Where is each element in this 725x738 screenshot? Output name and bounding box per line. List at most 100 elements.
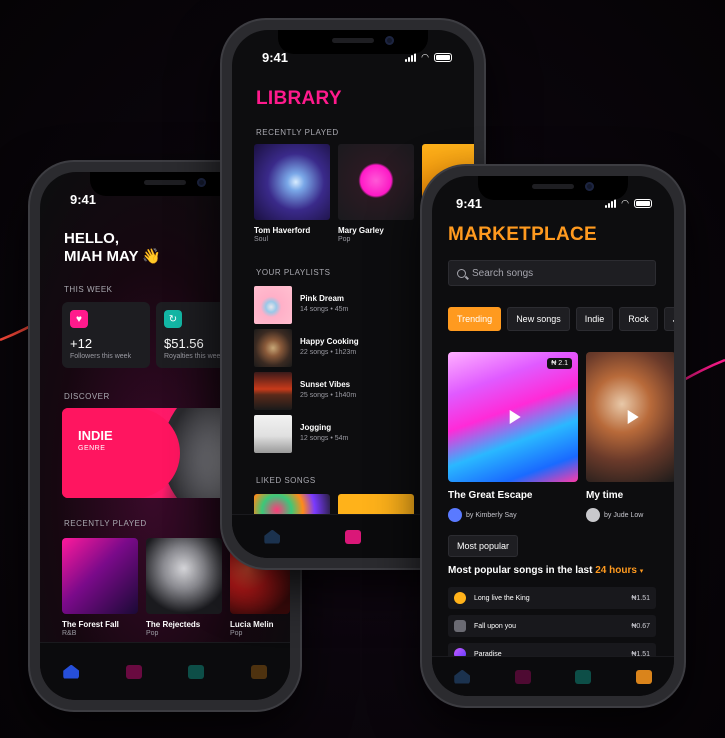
popular-heading-text: Most popular songs in the last	[448, 565, 593, 576]
album-genre: Pop	[338, 236, 351, 243]
library-icon[interactable]	[344, 529, 361, 544]
chip-new-songs[interactable]: New songs	[507, 307, 570, 331]
featured-artist-row: by Kimberly Say	[448, 508, 517, 522]
notch	[478, 176, 628, 200]
followers-label: Followers this week	[70, 353, 132, 360]
play-icon[interactable]	[509, 410, 521, 424]
song-price: ₦1.51	[631, 594, 650, 602]
track-title: The Forest Fall	[62, 620, 119, 629]
home-icon[interactable]	[63, 664, 80, 679]
popular-heading: Most popular songs in the last 24 hours …	[448, 565, 643, 576]
this-week-label: THIS WEEK	[64, 285, 113, 294]
playlist-meta: 25 songs • 1h40m	[300, 392, 357, 399]
cart-icon[interactable]	[635, 669, 652, 684]
tab-bar	[40, 642, 290, 700]
greeting: HELLO, MIAH MAY 👋	[64, 230, 161, 266]
followers-value: +12	[70, 336, 93, 351]
recently-played-label: RECENTLY PLAYED	[256, 128, 339, 137]
featured-cover-the-great-escape[interactable]: ₦ 2.1	[448, 352, 578, 482]
play-icon[interactable]	[627, 410, 639, 424]
playlist-cover-pink-dream[interactable]	[254, 286, 292, 324]
track-title: Lucia Melin	[230, 620, 274, 629]
track-genre: R&B	[62, 630, 77, 637]
playlist-meta: 14 songs • 45m	[300, 306, 349, 313]
status-time: 9:41	[70, 192, 97, 207]
greeting-line1: HELLO,	[64, 230, 119, 247]
song-price: ₦0.67	[631, 622, 650, 630]
cover-tom-haverford[interactable]	[254, 144, 330, 220]
track-genre: Pop	[230, 630, 243, 637]
followers-card[interactable]: ♥ +12 Followers this week	[62, 302, 150, 368]
playlist-cover-jogging[interactable]	[254, 415, 292, 453]
featured-title: The Great Escape	[448, 490, 533, 501]
greeting-line2: MIAH MAY 👋	[64, 248, 162, 265]
featured-artist-row: by Jude Low	[586, 508, 643, 522]
chip-indie[interactable]: Indie	[575, 307, 614, 331]
liked-songs-label: LIKED SONGS	[256, 476, 316, 485]
playlists-label: YOUR PLAYLISTS	[256, 268, 331, 277]
recently-played-label: RECENTLY PLAYED	[64, 519, 147, 528]
song-thumb	[454, 592, 466, 604]
featured-cover-my-time[interactable]	[586, 352, 674, 482]
notch	[90, 172, 240, 196]
cover-the-forest-fall[interactable]	[62, 538, 138, 614]
avatar[interactable]	[448, 508, 462, 522]
album-genre: Soul	[254, 236, 269, 243]
album-title: Tom Haverford	[254, 226, 311, 235]
featured-title: My time	[586, 490, 624, 501]
album-title: Mary Garley	[338, 226, 384, 235]
battery-icon	[434, 53, 452, 62]
genre-subtitle: GENRE	[78, 445, 106, 452]
tab-bar	[432, 656, 674, 696]
song-title: Long live the King	[474, 594, 530, 602]
phone-marketplace: 9:41 ◠ MARKETPLACE Search songs Trending…	[422, 166, 684, 706]
song-title: Fall upon you	[474, 622, 517, 630]
playlist-cover-sunset-vibes[interactable]	[254, 372, 292, 410]
cart-icon[interactable]	[250, 664, 267, 679]
wallet-icon[interactable]	[188, 664, 205, 679]
royalty-icon: ↻	[164, 310, 182, 328]
playlist-meta: 12 songs • 54m	[300, 435, 349, 442]
home-icon[interactable]	[454, 669, 471, 684]
search-placeholder: Search songs	[472, 267, 534, 279]
marketplace-screen: 9:41 ◠ MARKETPLACE Search songs Trending…	[432, 176, 674, 696]
home-icon[interactable]	[264, 529, 281, 544]
chevron-down-icon[interactable]: ▾	[640, 568, 644, 575]
page-title: LIBRARY	[256, 88, 342, 109]
battery-icon	[634, 199, 652, 208]
cover-mary-garley[interactable]	[338, 144, 414, 220]
featured-artist: by Jude Low	[604, 511, 644, 519]
search-input[interactable]: Search songs	[448, 260, 656, 286]
wifi-icon: ◠	[621, 198, 629, 208]
song-thumb	[454, 620, 466, 632]
filter-chips: Trending New songs Indie Rock J	[448, 307, 674, 331]
heart-icon: ♥	[70, 310, 88, 328]
playlist-cover-happy-cooking[interactable]	[254, 329, 292, 367]
status-time: 9:41	[262, 50, 289, 65]
featured-artist: by Kimberly Say	[466, 511, 517, 519]
track-title: The Rejecteds	[146, 620, 201, 629]
price-badge: ₦ 2.1	[547, 358, 572, 369]
wallet-icon[interactable]	[575, 669, 592, 684]
library-icon[interactable]	[125, 664, 142, 679]
track-genre: Pop	[146, 630, 159, 637]
playlist-meta: 22 songs • 1h23m	[300, 349, 357, 356]
chip-partial[interactable]: J	[663, 307, 674, 331]
avatar[interactable]	[586, 508, 600, 522]
status-time: 9:41	[456, 196, 483, 211]
playlist-name: Jogging	[300, 423, 332, 432]
period-selector[interactable]: 24 hours	[595, 565, 637, 576]
signal-icon	[605, 199, 617, 208]
playlist-name: Sunset Vibes	[300, 380, 351, 389]
wifi-icon: ◠	[421, 52, 429, 62]
playlist-name: Pink Dream	[300, 294, 345, 303]
chip-rock[interactable]: Rock	[619, 307, 658, 331]
song-row[interactable]: Fall upon you ₦0.67	[448, 615, 656, 637]
song-row[interactable]: Long live the King ₦1.51	[448, 587, 656, 609]
genre-title: INDIE	[78, 428, 113, 443]
discover-label: DISCOVER	[64, 392, 110, 401]
cover-the-rejecteds[interactable]	[146, 538, 222, 614]
chip-trending[interactable]: Trending	[448, 307, 502, 331]
most-popular-button[interactable]: Most popular	[448, 535, 519, 557]
library-icon[interactable]	[514, 669, 531, 684]
